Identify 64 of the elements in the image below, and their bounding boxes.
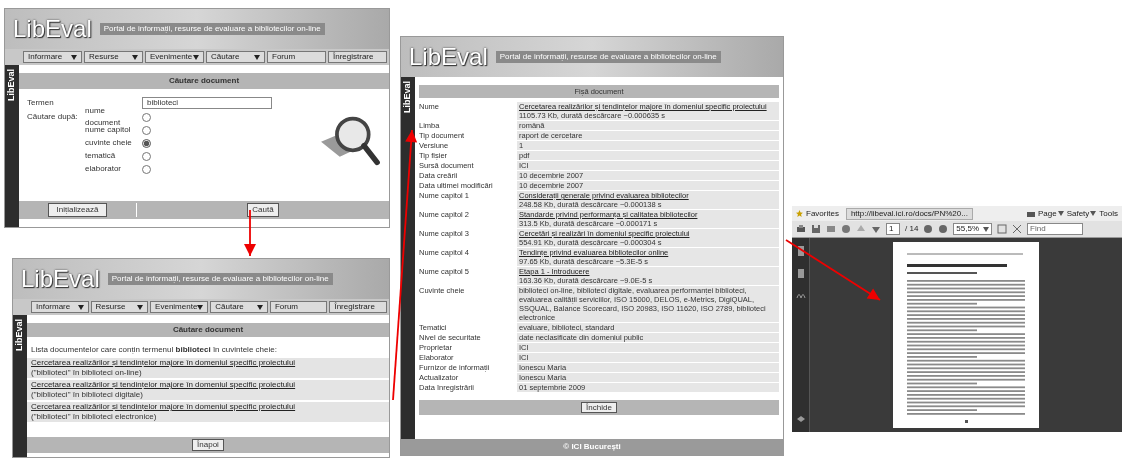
option-label: tematică xyxy=(85,150,117,162)
radio-button[interactable] xyxy=(142,151,151,161)
menu-tab[interactable]: Căutare xyxy=(210,301,268,313)
site-tagline: Portal de informații, resurse de evaluare a bibliotecilor on-line xyxy=(495,51,721,63)
result-link[interactable]: Cercetarea realizărilor și tendințelor majore în domeniul specific proiectului xyxy=(31,402,296,412)
caret-icon xyxy=(983,226,990,232)
page-count: / 14 xyxy=(905,223,919,235)
printer-icon[interactable] xyxy=(796,224,806,234)
command-menu[interactable]: Page xyxy=(1037,207,1064,220)
radio-button[interactable] xyxy=(142,112,151,122)
field-label: Termen xyxy=(27,97,55,109)
result-note: ("biblioteci" în biblioteci digitale) xyxy=(31,390,143,400)
radio-button[interactable] xyxy=(142,164,151,174)
radio-button[interactable] xyxy=(142,125,151,135)
term-input[interactable]: biblioteci xyxy=(142,97,272,109)
section-heading: Căutare document xyxy=(27,323,389,337)
menu-tab[interactable]: Resurse xyxy=(90,301,149,313)
star-icon xyxy=(796,210,803,217)
result-link[interactable]: Cercetarea realizărilor și tendințelor majore în domeniul specific proiectului xyxy=(31,380,296,390)
menu-tab[interactable]: Forum xyxy=(269,301,328,313)
pages-icon[interactable] xyxy=(795,246,806,256)
save-icon[interactable] xyxy=(811,224,821,234)
menu-tab[interactable]: Forum xyxy=(267,51,326,63)
menu-tab[interactable]: Evenimente xyxy=(145,51,204,63)
command-menu[interactable]: Safety xyxy=(1066,207,1097,220)
reset-button[interactable]: Inițializează xyxy=(47,203,108,217)
down-arrow-icon[interactable] xyxy=(871,224,881,234)
menu-tab[interactable]: Evenimente xyxy=(150,301,209,313)
option-label: elaborator xyxy=(85,163,123,175)
find-field[interactable]: Find xyxy=(1027,223,1084,235)
result-note: ("biblioteci" în biblioteci on-line) xyxy=(31,368,142,378)
browser-tab[interactable]: http://libeval.ici.ro/docs/PN%20... xyxy=(845,207,973,220)
menu-tab[interactable]: Resurse xyxy=(84,51,143,63)
site-tagline: Portal de informații, resurse de evaluare a bibliotecilor on-line xyxy=(107,273,333,285)
layers-icon[interactable] xyxy=(795,414,806,424)
side-label: LibEval xyxy=(13,319,26,351)
fit-page-icon[interactable] xyxy=(997,224,1008,234)
favorites-link[interactable]: Favorites xyxy=(806,207,839,220)
command-menu[interactable]: Tools xyxy=(1099,207,1118,220)
radio-button[interactable] xyxy=(142,138,151,148)
close-button[interactable]: Închide xyxy=(581,402,617,413)
fit-width-icon[interactable] xyxy=(1012,224,1023,234)
result-note: ("biblioteci" în biblioteci electronice) xyxy=(31,412,157,422)
option-label: nume document xyxy=(85,105,122,127)
page-footer: © ICI București xyxy=(401,439,783,455)
menu-tab[interactable]: Căutare xyxy=(206,51,265,63)
option-label: nume capitol xyxy=(85,125,132,136)
zoom-field[interactable]: 55,5% xyxy=(953,223,993,235)
menu-tab[interactable]: Informare xyxy=(23,51,82,63)
side-label: LibEval xyxy=(5,69,18,101)
section-heading: Căutare document xyxy=(19,73,389,89)
page-number-field[interactable]: 1 xyxy=(886,223,900,235)
field-label: Căutare după: xyxy=(27,111,79,123)
clipboard-icon[interactable] xyxy=(795,268,806,278)
menu-tab[interactable]: Înregistrare xyxy=(328,51,387,63)
menu-tab[interactable]: Informare xyxy=(31,301,89,313)
result-link[interactable]: Cercetarea realizărilor și tendințelor majore în domeniul specific proiectului xyxy=(31,358,296,368)
option-label: cuvinte cheie xyxy=(85,137,133,149)
menu-tab[interactable]: Înregistrare xyxy=(329,301,387,313)
site-tagline: Portal de informații, resurse de evaluare a bibliotecilor on-line xyxy=(99,23,325,35)
results-intro: Lista documentelor care conțin termenul biblioteci în cuvintele cheie: xyxy=(30,345,278,355)
side-label: LibEval xyxy=(401,81,414,113)
back-button[interactable]: Înapoi xyxy=(192,439,224,451)
search-button[interactable]: Caută xyxy=(247,203,279,217)
